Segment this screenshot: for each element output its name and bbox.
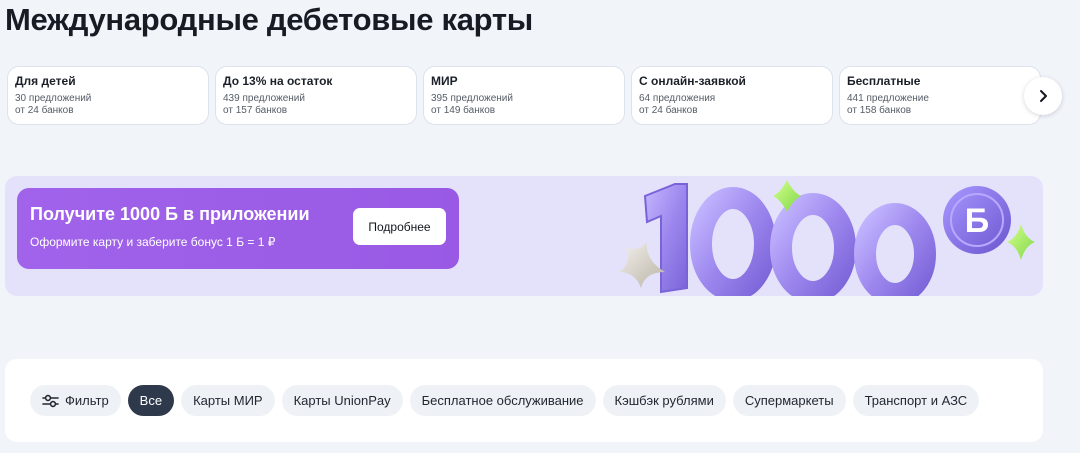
category-banks: от 24 банков <box>15 105 74 116</box>
category-title: С онлайн-заявкой <box>639 74 746 88</box>
category-carousel: Для детей 30 предложений от 24 банков До… <box>7 66 1041 125</box>
bonus-coin: Б <box>943 186 1011 254</box>
chip-supermarkets[interactable]: Супермаркеты <box>732 385 846 416</box>
page: Международные дебетовые карты Для детей … <box>0 0 1080 453</box>
page-title: Международные дебетовые карты <box>5 2 533 37</box>
digit-0-shapes <box>690 187 936 296</box>
filters-panel: Фильтр Все Карты МИР Карты UnionPay Бесп… <box>5 359 1043 442</box>
category-card-free[interactable]: Бесплатные 441 предложение от 158 банков <box>839 66 1041 125</box>
promo-title: Получите 1000 Б в приложении <box>30 204 310 224</box>
category-card-mir[interactable]: МИР 395 предложений от 149 банков <box>423 66 625 125</box>
chip-cashback-rubles[interactable]: Кэшбэк рублями <box>602 385 726 416</box>
chip-mir-cards[interactable]: Карты МИР <box>181 385 275 416</box>
chevron-right-icon <box>1040 90 1047 102</box>
bonus-1000-illustration: Б <box>619 180 1035 296</box>
chip-unionpay-cards[interactable]: Карты UnionPay <box>281 385 403 416</box>
chip-transport-fuel[interactable]: Транспорт и АЗС <box>852 385 980 416</box>
category-offers: 441 предложение <box>847 93 929 104</box>
filter-chips: Фильтр Все Карты МИР Карты UnionPay Бесп… <box>30 385 980 416</box>
category-title: Для детей <box>15 74 76 88</box>
filter-button[interactable]: Фильтр <box>30 385 121 416</box>
category-title: До 13% на остаток <box>223 74 333 88</box>
category-card-online[interactable]: С онлайн-заявкой 64 предложения от 24 ба… <box>631 66 833 125</box>
promo-card: Получите 1000 Б в приложении Оформите ка… <box>17 188 459 269</box>
promo-details-button[interactable]: Подробнее <box>353 208 446 245</box>
category-title: МИР <box>431 74 458 88</box>
category-offers: 30 предложений <box>15 93 92 104</box>
category-banks: от 158 банков <box>847 105 912 116</box>
filter-label: Фильтр <box>65 393 109 408</box>
sparkle-green-right <box>1007 224 1035 260</box>
category-offers: 439 предложений <box>223 93 305 104</box>
sparkle-silver <box>619 242 665 288</box>
carousel-next-button[interactable] <box>1024 77 1062 115</box>
promo-subtitle: Оформите карту и заберите бонус 1 Б = 1 … <box>30 235 276 249</box>
category-banks: от 24 банков <box>639 105 698 116</box>
sliders-icon <box>42 394 59 408</box>
category-offers: 395 предложений <box>431 93 513 104</box>
category-banks: от 149 банков <box>431 105 496 116</box>
category-card-interest[interactable]: До 13% на остаток 439 предложений от 157… <box>215 66 417 125</box>
chip-free-service[interactable]: Бесплатное обслуживание <box>409 385 596 416</box>
coin-letter: Б <box>965 202 989 240</box>
category-card-kids[interactable]: Для детей 30 предложений от 24 банков <box>7 66 209 125</box>
category-banks: от 157 банков <box>223 105 288 116</box>
digit-1-shape <box>643 183 688 294</box>
category-title: Бесплатные <box>847 74 921 88</box>
chip-all[interactable]: Все <box>127 385 175 416</box>
category-offers: 64 предложения <box>639 93 716 104</box>
promo-banner[interactable]: Получите 1000 Б в приложении Оформите ка… <box>5 176 1043 296</box>
